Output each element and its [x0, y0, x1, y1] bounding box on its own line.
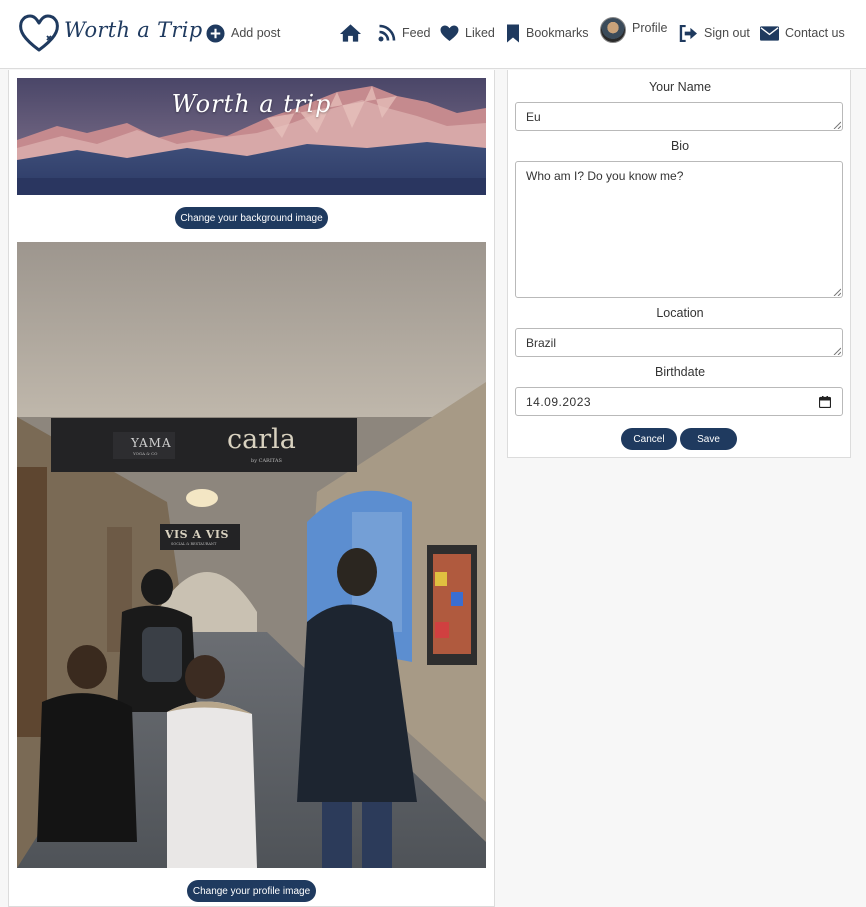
bookmark-icon [507, 24, 519, 42]
sign-out-link[interactable]: Sign out [679, 20, 750, 46]
save-button[interactable]: Save [680, 428, 737, 450]
location-label: Location [656, 306, 704, 320]
brand-logo[interactable]: Worth a Trip [16, 10, 202, 56]
profile-image: YAMA YOGA & CO carla by CARITAS VIS A VI… [17, 242, 486, 868]
name-label: Your Name [648, 80, 712, 94]
home-icon [339, 24, 362, 42]
sign-vis-a-vis: VIS A VIS [165, 528, 229, 541]
bookmarks-label: Bookmarks [526, 26, 589, 40]
bio-field[interactable]: Who am I? Do you know me? [515, 161, 843, 298]
sign-yama-sub: YOGA & CO [133, 451, 158, 456]
cancel-button[interactable]: Cancel [621, 428, 677, 450]
heart-icon [440, 24, 459, 41]
bookmarks-link[interactable]: Bookmarks [506, 20, 589, 46]
sign-carla: carla [227, 424, 296, 455]
liked-link[interactable]: Liked [440, 20, 495, 46]
feed-label: Feed [402, 26, 431, 40]
feed-link[interactable]: Feed [378, 20, 431, 46]
name-field[interactable]: Eu [515, 102, 843, 131]
plus-circle-icon [206, 23, 225, 43]
heart-logo-icon [19, 14, 59, 52]
resize-handle-icon[interactable] [833, 288, 841, 296]
sign-carla-sub: by CARITAS [251, 458, 282, 464]
resize-handle-icon[interactable] [833, 347, 841, 355]
rss-icon [378, 24, 396, 42]
background-image: Worth a trip [17, 78, 486, 195]
birthdate-label: Birthdate [654, 365, 706, 379]
sign-out-label: Sign out [704, 26, 750, 40]
profile-link[interactable]: Profile [600, 17, 667, 43]
brand-name: Worth a Trip [64, 18, 203, 42]
birthdate-field[interactable]: 14.09.2023 [515, 387, 843, 416]
navbar: Worth a Trip Add post Feed Liked Bookmar… [0, 0, 866, 69]
sign-out-icon [679, 24, 697, 42]
location-field[interactable]: Brazil [515, 328, 843, 357]
contact-link[interactable]: Contact us [760, 20, 845, 46]
envelope-icon [760, 25, 779, 41]
liked-label: Liked [465, 26, 495, 40]
banner-title: Worth a trip [171, 90, 332, 118]
change-background-button[interactable]: Change your background image [175, 207, 328, 229]
avatar [600, 17, 626, 43]
add-post-label: Add post [231, 26, 281, 40]
birthdate-value: 14.09.2023 [526, 395, 592, 409]
profile-images-panel: Worth a trip Change your background imag… [8, 70, 495, 907]
profile-label: Profile [632, 20, 668, 35]
contact-label: Contact us [785, 26, 845, 40]
home-link[interactable] [339, 20, 362, 46]
resize-handle-icon[interactable] [833, 121, 841, 129]
calendar-icon[interactable] [819, 396, 831, 408]
change-profile-image-button[interactable]: Change your profile image [187, 880, 316, 902]
add-post-link[interactable]: Add post [206, 20, 280, 46]
bio-label: Bio [670, 139, 690, 153]
profile-form: Your Name Eu Bio Who am I? Do you know m… [507, 70, 851, 458]
sign-yama: YAMA [131, 436, 172, 450]
sign-vis-a-vis-sub: SOCIAL & RESTAURANT [171, 542, 217, 546]
